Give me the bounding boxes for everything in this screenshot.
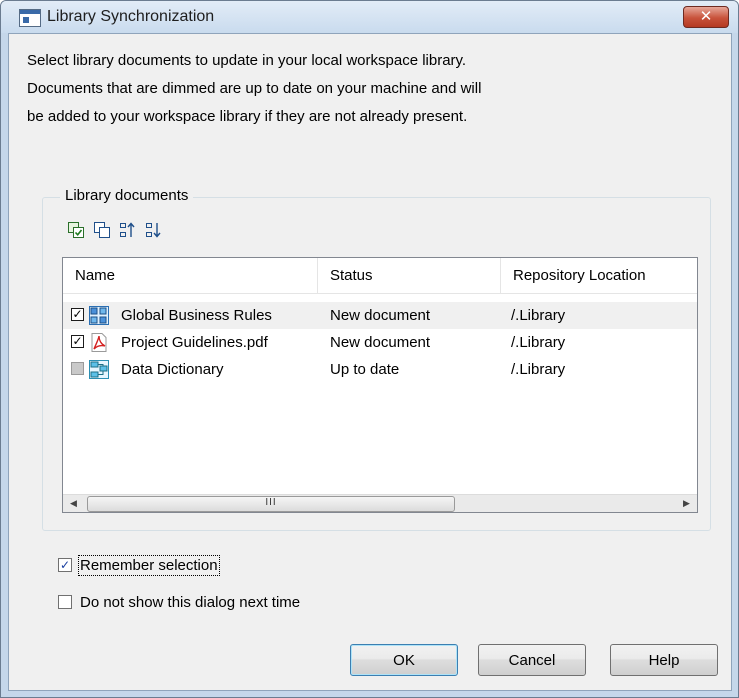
- deselect-all-icon[interactable]: [94, 222, 110, 238]
- help-button[interactable]: Help: [610, 644, 718, 676]
- column-header-status[interactable]: Status: [318, 258, 501, 293]
- row-name: Data Dictionary: [121, 361, 224, 378]
- remember-selection-box[interactable]: ✓: [58, 558, 72, 572]
- close-button[interactable]: ✕: [683, 6, 729, 28]
- row-location: /.Library: [511, 307, 566, 324]
- column-header-location[interactable]: Repository Location: [501, 258, 697, 293]
- close-icon: ✕: [699, 8, 713, 25]
- row-location: /.Library: [511, 334, 566, 351]
- table-row[interactable]: ✓ Global Business Rules New document /.L…: [63, 302, 697, 329]
- list-header: Name Status Repository Location: [63, 258, 697, 294]
- intro-text: Select library documents to update in yo…: [27, 47, 481, 131]
- app-window-icon: [19, 9, 41, 27]
- dialog-title: Library Synchronization: [47, 8, 215, 25]
- intro-line-2: Documents that are dimmed are up to date…: [27, 80, 482, 97]
- scrollbar-thumb[interactable]: III: [87, 496, 455, 512]
- business-rules-icon: [89, 306, 109, 325]
- ok-button[interactable]: OK: [350, 644, 458, 676]
- scroll-right-icon[interactable]: ▶: [678, 495, 695, 512]
- row-status: New document: [330, 307, 431, 324]
- row-checkbox-dimmed: [71, 362, 84, 375]
- row-status: Up to date: [330, 361, 400, 378]
- row-status: New document: [330, 334, 431, 351]
- row-name: Global Business Rules: [121, 307, 272, 324]
- intro-line-3: be added to your workspace library if th…: [27, 108, 468, 125]
- row-checkbox[interactable]: ✓: [71, 308, 84, 321]
- row-checkbox[interactable]: ✓: [71, 335, 84, 348]
- intro-line-1: Select library documents to update in yo…: [27, 52, 467, 69]
- scroll-left-icon[interactable]: ◀: [65, 495, 82, 512]
- library-documents-list[interactable]: Name Status Repository Location ✓ Global…: [62, 257, 698, 513]
- do-not-show-label[interactable]: Do not show this dialog next time: [80, 594, 300, 611]
- cancel-button[interactable]: Cancel: [478, 644, 586, 676]
- row-location: /.Library: [511, 361, 566, 378]
- sort-ascending-icon[interactable]: [120, 222, 136, 238]
- column-header-name[interactable]: Name: [63, 258, 318, 293]
- table-row[interactable]: Data Dictionary Up to date /.Library: [63, 356, 697, 383]
- title-bar[interactable]: Library Synchronization ✕: [1, 1, 738, 33]
- table-row[interactable]: ✓ Project Guidelines.pdf New document /.…: [63, 329, 697, 356]
- do-not-show-box[interactable]: [58, 595, 72, 609]
- data-dictionary-icon: [89, 360, 109, 379]
- sort-descending-icon[interactable]: [146, 222, 162, 238]
- library-documents-group-label: Library documents: [60, 187, 194, 204]
- horizontal-scrollbar[interactable]: ◀ III ▶: [63, 494, 697, 512]
- row-name: Project Guidelines.pdf: [121, 334, 268, 351]
- remember-selection-label[interactable]: Remember selection: [78, 555, 220, 576]
- select-all-icon[interactable]: [68, 222, 84, 238]
- pdf-icon: [91, 333, 107, 352]
